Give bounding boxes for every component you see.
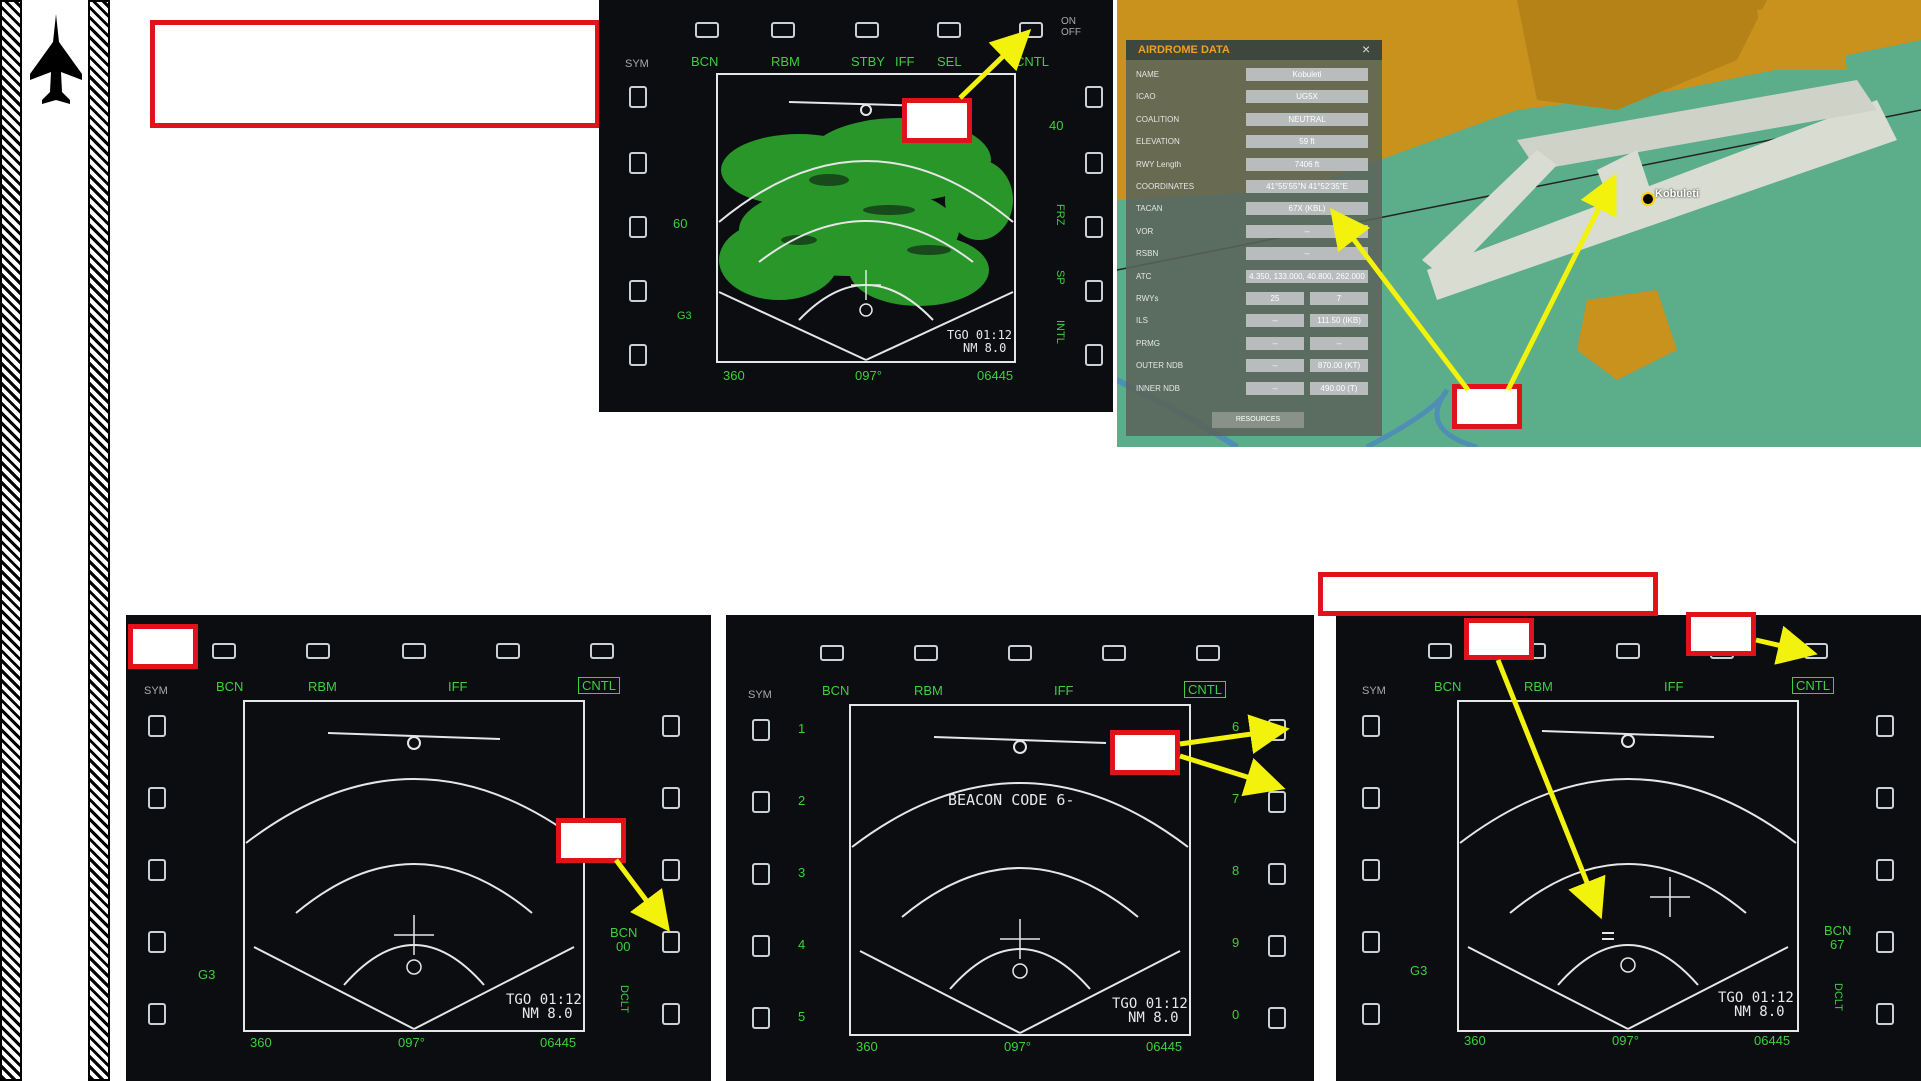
annotation-arrows (614, 29, 1818, 932)
